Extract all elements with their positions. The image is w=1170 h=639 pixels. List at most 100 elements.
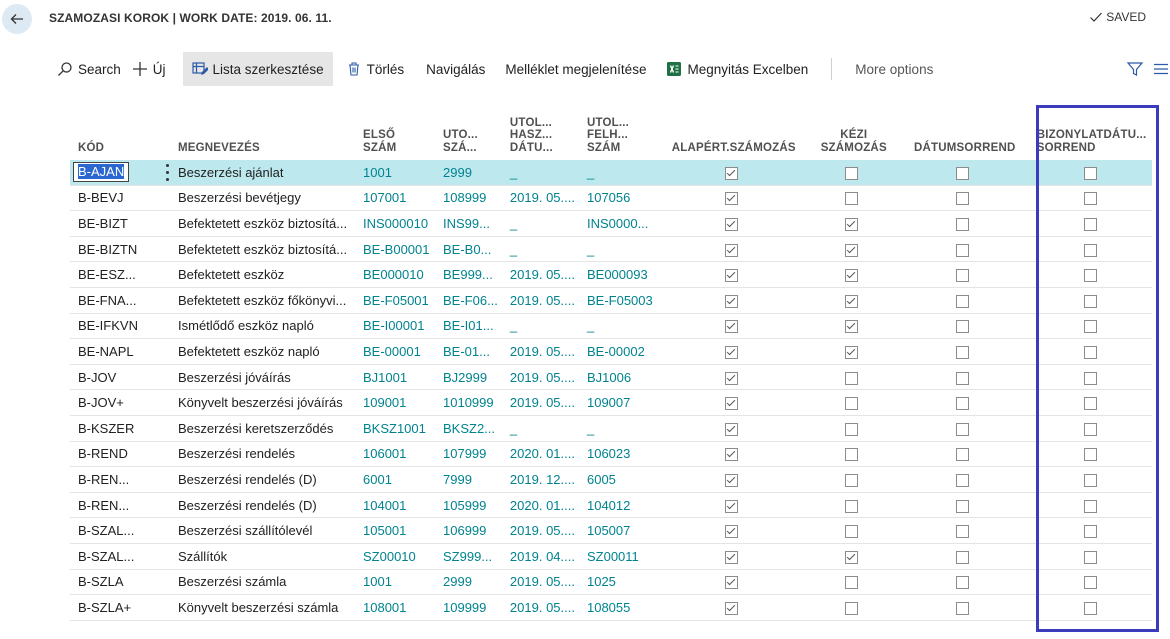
cell-last-no-used[interactable]: 104012	[578, 492, 657, 519]
cell-last-no-used[interactable]: 107056	[578, 185, 657, 212]
cell-last-date-used[interactable]: 2019. 05....	[501, 389, 579, 416]
cell-last-date-used[interactable]: 2020. 01....	[501, 492, 579, 519]
cell-last-no-used[interactable]: 105007	[578, 517, 657, 544]
date-order-checkbox[interactable]	[956, 550, 970, 564]
default-nos-checkbox[interactable]	[725, 371, 739, 385]
date-order-checkbox[interactable]	[956, 601, 970, 615]
cell-starting-no[interactable]: BE-B00001	[355, 236, 435, 263]
table-row[interactable]: B-JOV Beszerzési jóváírás BJ1001 BJ2999 2019…	[70, 364, 1152, 391]
manual-nos-checkbox[interactable]	[845, 422, 859, 436]
table-row[interactable]: B-REND Beszerzési rendelés 106001 107999 202…	[70, 441, 1152, 468]
cell-code[interactable]: B-JOV	[70, 364, 170, 391]
cell-ending-no[interactable]: 109999	[435, 594, 502, 621]
manual-nos-checkbox[interactable]	[845, 525, 859, 539]
doc-date-order-checkbox[interactable]	[1083, 345, 1097, 359]
cell-code[interactable]: B-JOV+	[70, 389, 170, 416]
manual-nos-checkbox[interactable]	[845, 294, 859, 308]
doc-date-order-checkbox[interactable]	[1083, 525, 1097, 539]
cell-last-no-used[interactable]: SZ00011	[578, 543, 657, 570]
manual-nos-checkbox[interactable]	[845, 473, 859, 487]
cell-last-date-used[interactable]: 2019. 05....	[501, 287, 579, 314]
code-edit-field[interactable]: B-AJAN	[73, 162, 130, 183]
default-nos-checkbox[interactable]	[725, 422, 739, 436]
cell-code[interactable]: BE-BIZT	[70, 210, 170, 237]
date-order-checkbox[interactable]	[956, 218, 970, 232]
table-row[interactable]: B-AJAN Beszerzési ajánlat 1001 2999 _ _	[70, 160, 1152, 186]
manual-nos-checkbox[interactable]	[845, 499, 859, 513]
row-actions-menu-icon[interactable]	[160, 164, 170, 181]
attachments-button[interactable]: Melléklet megjelenítése	[496, 52, 655, 86]
cell-last-no-used[interactable]: 1025	[578, 569, 657, 596]
cell-last-date-used[interactable]: 2019. 05....	[501, 594, 579, 621]
cell-code[interactable]: B-REN...	[70, 492, 170, 519]
default-nos-checkbox[interactable]	[725, 192, 739, 206]
cell-last-date-used[interactable]: _	[501, 313, 579, 340]
cell-ending-no[interactable]: 2999	[435, 569, 502, 596]
cell-last-no-used[interactable]: 109007	[578, 389, 657, 416]
cell-starting-no[interactable]: BKSZ1001	[355, 415, 435, 442]
default-nos-checkbox[interactable]	[725, 243, 739, 257]
doc-date-order-checkbox[interactable]	[1083, 448, 1097, 462]
col-header-description[interactable]: MEGNEVEZÉS	[170, 97, 355, 160]
table-row[interactable]: B-SZLA+ Könyvelt beszerzési számla 108001 1…	[70, 594, 1152, 621]
cell-starting-no[interactable]: INS000010	[355, 210, 435, 237]
cell-starting-no[interactable]: 109001	[355, 389, 435, 416]
table-row[interactable]: BE-NAPL Befektetett eszköz napló BE-00001 B…	[70, 338, 1152, 365]
cell-last-no-used[interactable]: _	[578, 415, 657, 442]
cell-last-no-used[interactable]: 106023	[578, 441, 657, 468]
date-order-checkbox[interactable]	[956, 397, 970, 411]
cell-last-date-used[interactable]: 2019. 05....	[501, 364, 579, 391]
doc-date-order-checkbox[interactable]	[1083, 243, 1097, 257]
manual-nos-checkbox[interactable]	[845, 243, 859, 257]
cell-last-no-used[interactable]: BE-00002	[578, 338, 657, 365]
table-row[interactable]: BE-IFKVN Ismétlődő eszköz napló BE-I00001 B…	[70, 313, 1152, 340]
edit-list-button[interactable]: Lista szerkesztése	[182, 52, 333, 86]
table-row[interactable]: B-SZAL... Szállítók SZ00010 SZ999... 2019. 0…	[70, 543, 1152, 570]
back-button[interactable]	[2, 4, 32, 34]
cell-starting-no[interactable]: 108001	[355, 594, 435, 621]
col-header-last-date-used[interactable]: UTOL... HASZ... DÁTU...	[502, 97, 579, 160]
default-nos-checkbox[interactable]	[725, 320, 739, 334]
doc-date-order-checkbox[interactable]	[1083, 550, 1097, 564]
date-order-checkbox[interactable]	[956, 269, 970, 283]
cell-starting-no[interactable]: BE000010	[355, 261, 435, 288]
table-row[interactable]: BE-BIZTN Befektetett eszköz biztosítá... B…	[70, 236, 1152, 263]
cell-starting-no[interactable]: 106001	[355, 441, 435, 468]
cell-ending-no[interactable]: BE999...	[435, 261, 502, 288]
cell-code[interactable]: B-SZAL...	[70, 517, 170, 544]
manual-nos-checkbox[interactable]	[845, 192, 859, 206]
cell-last-date-used[interactable]: 2019. 05....	[501, 338, 579, 365]
table-row[interactable]: B-SZAL... Beszerzési szállítólevél 105001 1…	[70, 517, 1152, 544]
manual-nos-checkbox[interactable]	[845, 371, 859, 385]
cell-ending-no[interactable]: 1010999	[435, 389, 502, 416]
manual-nos-checkbox[interactable]	[845, 397, 859, 411]
doc-date-order-checkbox[interactable]	[1083, 320, 1097, 334]
cell-code[interactable]: B-BEVJ	[70, 185, 170, 212]
col-header-code[interactable]: KÓD	[70, 97, 170, 160]
table-row[interactable]: B-KSZER Beszerzési keretszerződés BKSZ1001…	[70, 415, 1152, 442]
cell-ending-no[interactable]: BJ2999	[435, 364, 502, 391]
cell-ending-no[interactable]: BKSZ2...	[435, 415, 502, 442]
cell-code[interactable]: B-AJAN	[70, 160, 170, 186]
doc-date-order-checkbox[interactable]	[1083, 499, 1097, 513]
date-order-checkbox[interactable]	[956, 294, 970, 308]
cell-starting-no[interactable]: BE-I00001	[355, 313, 435, 340]
cell-last-date-used[interactable]: 2019. 12....	[501, 466, 579, 493]
cell-code[interactable]: BE-ESZ...	[70, 261, 170, 288]
doc-date-order-checkbox[interactable]	[1083, 422, 1097, 436]
manual-nos-checkbox[interactable]	[845, 345, 859, 359]
doc-date-order-checkbox[interactable]	[1083, 294, 1097, 308]
date-order-checkbox[interactable]	[956, 473, 970, 487]
date-order-checkbox[interactable]	[956, 422, 970, 436]
cell-code[interactable]: BE-BIZTN	[70, 236, 170, 263]
date-order-checkbox[interactable]	[956, 525, 970, 539]
default-nos-checkbox[interactable]	[725, 601, 739, 615]
manual-nos-checkbox[interactable]	[845, 601, 859, 615]
cell-ending-no[interactable]: BE-I01...	[435, 313, 502, 340]
cell-ending-no[interactable]: 7999	[435, 466, 502, 493]
cell-starting-no[interactable]: BJ1001	[355, 364, 435, 391]
doc-date-order-checkbox[interactable]	[1083, 371, 1097, 385]
cell-starting-no[interactable]: 6001	[355, 466, 435, 493]
cell-last-no-used[interactable]: _	[578, 160, 657, 186]
table-row[interactable]: B-REN... Beszerzési rendelés (D) 6001 7999 2…	[70, 466, 1152, 493]
